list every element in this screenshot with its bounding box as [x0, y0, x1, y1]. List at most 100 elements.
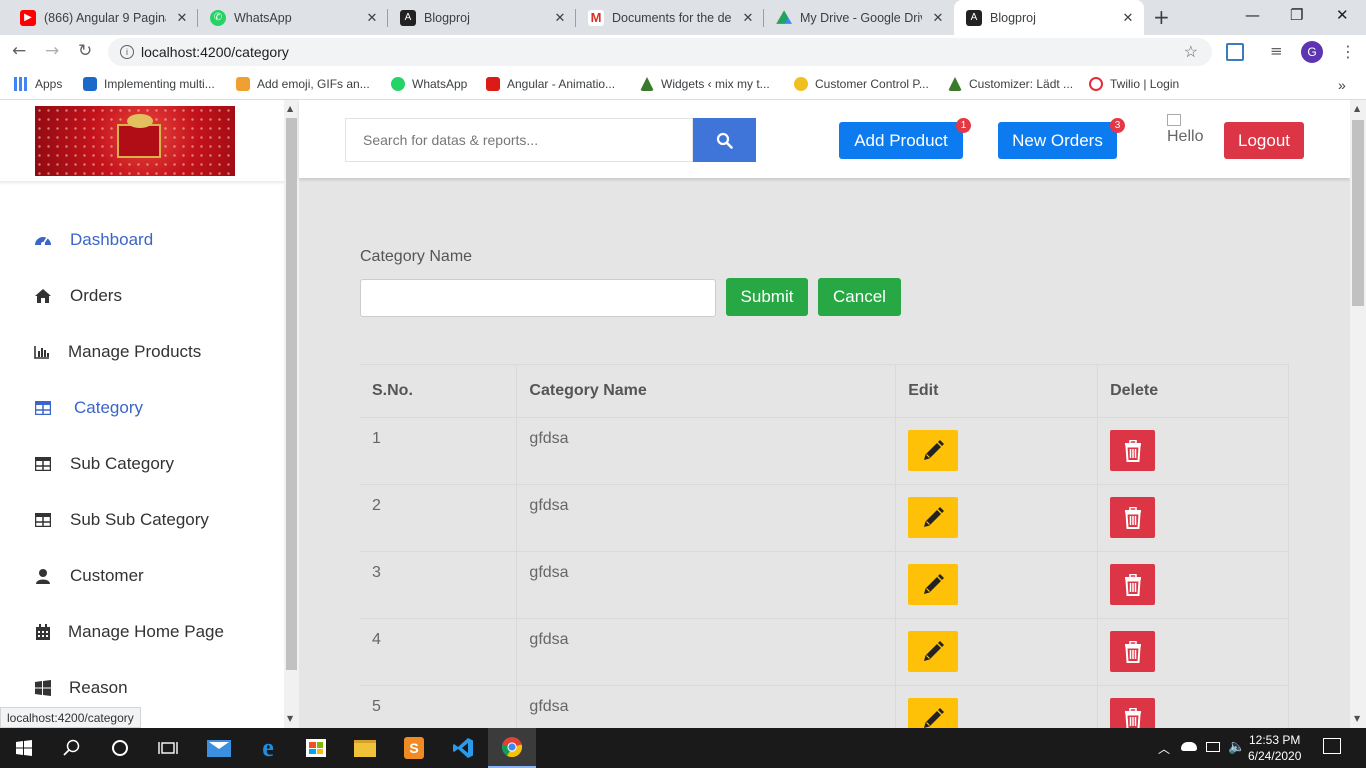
logo-divider: [0, 181, 284, 185]
logout-button[interactable]: Logout: [1224, 122, 1304, 159]
table-header-row: S.No. Category Name Edit Delete: [360, 364, 1289, 418]
add-product-badge: 1: [956, 118, 971, 133]
sidebar-scrollbar[interactable]: ▲ ▼: [284, 100, 299, 728]
window-close-icon[interactable]: ✕: [1336, 6, 1349, 24]
search-button[interactable]: [693, 118, 756, 162]
avatar[interactable]: Hello: [1167, 114, 1203, 146]
add-product-button[interactable]: Add Product 1: [839, 118, 971, 159]
scroll-down-icon[interactable]: ▼: [1354, 714, 1360, 723]
edit-button[interactable]: [908, 698, 959, 728]
page-scrollbar[interactable]: ▲ ▼: [1350, 100, 1366, 728]
cancel-button[interactable]: Cancel: [818, 278, 901, 316]
bookmark-item[interactable]: Implementing multi...: [83, 77, 215, 91]
close-icon[interactable]: ✕: [552, 10, 568, 26]
restore-icon[interactable]: ❐: [1290, 6, 1303, 24]
system-clock[interactable]: 12:53 PM 6/24/2020: [1248, 732, 1301, 764]
delete-button[interactable]: [1110, 564, 1156, 605]
submit-button[interactable]: Submit: [726, 278, 808, 316]
search-icon[interactable]: [48, 728, 96, 768]
info-icon[interactable]: i: [120, 45, 134, 59]
browser-tab[interactable]: M Documents for the dem ✕: [576, 0, 764, 35]
extension-icon[interactable]: [1226, 43, 1244, 61]
bookmark-item[interactable]: WhatsApp: [391, 77, 467, 91]
task-view-icon[interactable]: [144, 728, 192, 768]
bookmark-item[interactable]: Angular - Animatio...: [486, 77, 615, 91]
search-input[interactable]: Search for datas & reports...: [345, 118, 693, 162]
scrollbar-thumb[interactable]: [1352, 120, 1364, 306]
star-icon[interactable]: ☆: [1184, 42, 1198, 62]
bookmark-item[interactable]: Customer Control P...: [794, 77, 929, 91]
sidebar-item-dashboard[interactable]: Dashboard: [34, 230, 153, 250]
close-icon[interactable]: ✕: [364, 10, 380, 26]
sidebar: Dashboard Orders Manage Products Categor…: [0, 100, 284, 728]
delete-button[interactable]: [1110, 430, 1156, 471]
bookmark-item[interactable]: Add emoji, GIFs an...: [236, 77, 370, 91]
delete-button[interactable]: [1110, 631, 1156, 672]
apps-grid-icon: [14, 77, 28, 91]
sno-cell: 1: [360, 417, 518, 485]
mail-icon[interactable]: [195, 728, 243, 768]
bookmark-item[interactable]: Widgets ‹ mix my t...: [640, 77, 770, 91]
volume-icon[interactable]: 🔈: [1228, 738, 1245, 755]
browser-tab[interactable]: ✆ WhatsApp ✕: [198, 0, 388, 35]
close-icon[interactable]: ✕: [930, 10, 946, 26]
forward-icon[interactable]: →: [45, 41, 59, 61]
cortana-icon[interactable]: [96, 728, 144, 768]
new-orders-button[interactable]: New Orders 3: [998, 118, 1125, 159]
sidebar-item-sub-category[interactable]: Sub Category: [34, 454, 174, 474]
new-tab-icon[interactable]: +: [1153, 5, 1170, 29]
edge-icon[interactable]: e: [244, 728, 292, 768]
sidebar-item-reason[interactable]: Reason: [34, 678, 128, 698]
scroll-up-icon[interactable]: ▲: [1354, 104, 1360, 113]
scroll-down-icon[interactable]: ▼: [287, 714, 293, 723]
profile-avatar[interactable]: G: [1301, 41, 1323, 63]
chevron-up-icon[interactable]: ︿: [1158, 740, 1170, 757]
category-name-cell: gfdsa: [516, 417, 897, 485]
category-name-input[interactable]: [360, 279, 716, 317]
edit-button[interactable]: [908, 430, 959, 471]
bookmarks-overflow-icon[interactable]: »: [1338, 77, 1346, 93]
sublime-text-icon[interactable]: S: [390, 728, 438, 768]
minimize-icon[interactable]: —: [1245, 6, 1260, 24]
edit-button[interactable]: [908, 631, 959, 672]
sidebar-item-orders[interactable]: Orders: [34, 286, 122, 306]
scroll-up-icon[interactable]: ▲: [287, 104, 293, 113]
close-icon[interactable]: ✕: [740, 10, 756, 26]
browser-tab-active[interactable]: A Blogproj ✕: [954, 0, 1144, 35]
browser-tab[interactable]: ▶ (866) Angular 9 Paginat ✕: [8, 0, 198, 35]
calendar-icon: [34, 624, 52, 640]
menu-icon[interactable]: ⋮: [1340, 42, 1356, 61]
vscode-icon[interactable]: [439, 728, 487, 768]
onedrive-icon[interactable]: [1181, 742, 1197, 751]
store-icon[interactable]: [292, 728, 340, 768]
browser-tab[interactable]: A Blogproj ✕: [388, 0, 576, 35]
close-icon[interactable]: ✕: [1120, 10, 1136, 26]
reload-icon[interactable]: ↻: [78, 41, 92, 61]
notification-icon[interactable]: [1323, 738, 1341, 754]
bookmark-item[interactable]: Twilio | Login: [1089, 77, 1179, 91]
edit-button[interactable]: [908, 564, 959, 605]
edit-button[interactable]: [908, 497, 959, 538]
start-button[interactable]: [0, 728, 48, 768]
sidebar-item-customer[interactable]: Customer: [34, 566, 144, 586]
browser-tab[interactable]: My Drive - Google Drive ✕: [764, 0, 954, 35]
delete-button[interactable]: [1110, 698, 1156, 728]
back-icon[interactable]: ←: [12, 41, 26, 61]
sidebar-item-category[interactable]: Category: [34, 398, 143, 418]
bookmark-item[interactable]: Customizer: Lädt ...: [948, 77, 1073, 91]
delete-cell: [1097, 685, 1289, 728]
delete-button[interactable]: [1110, 497, 1156, 538]
scrollbar-thumb[interactable]: [286, 118, 297, 670]
bookmark-apps[interactable]: Apps: [14, 77, 62, 91]
close-icon[interactable]: ✕: [174, 10, 190, 26]
media-control-icon[interactable]: ≡: [1270, 42, 1283, 60]
file-explorer-icon[interactable]: [341, 728, 389, 768]
sidebar-item-sub-sub-category[interactable]: Sub Sub Category: [34, 510, 209, 530]
chrome-icon[interactable]: [488, 728, 536, 768]
sidebar-item-manage-products[interactable]: Manage Products: [34, 342, 201, 362]
battery-icon[interactable]: [1206, 742, 1220, 752]
address-bar[interactable]: i localhost:4200/category ☆: [108, 38, 1212, 66]
sidebar-item-manage-home-page[interactable]: Manage Home Page: [34, 622, 224, 642]
logo[interactable]: [35, 106, 235, 176]
edit-cell: [895, 618, 1099, 686]
